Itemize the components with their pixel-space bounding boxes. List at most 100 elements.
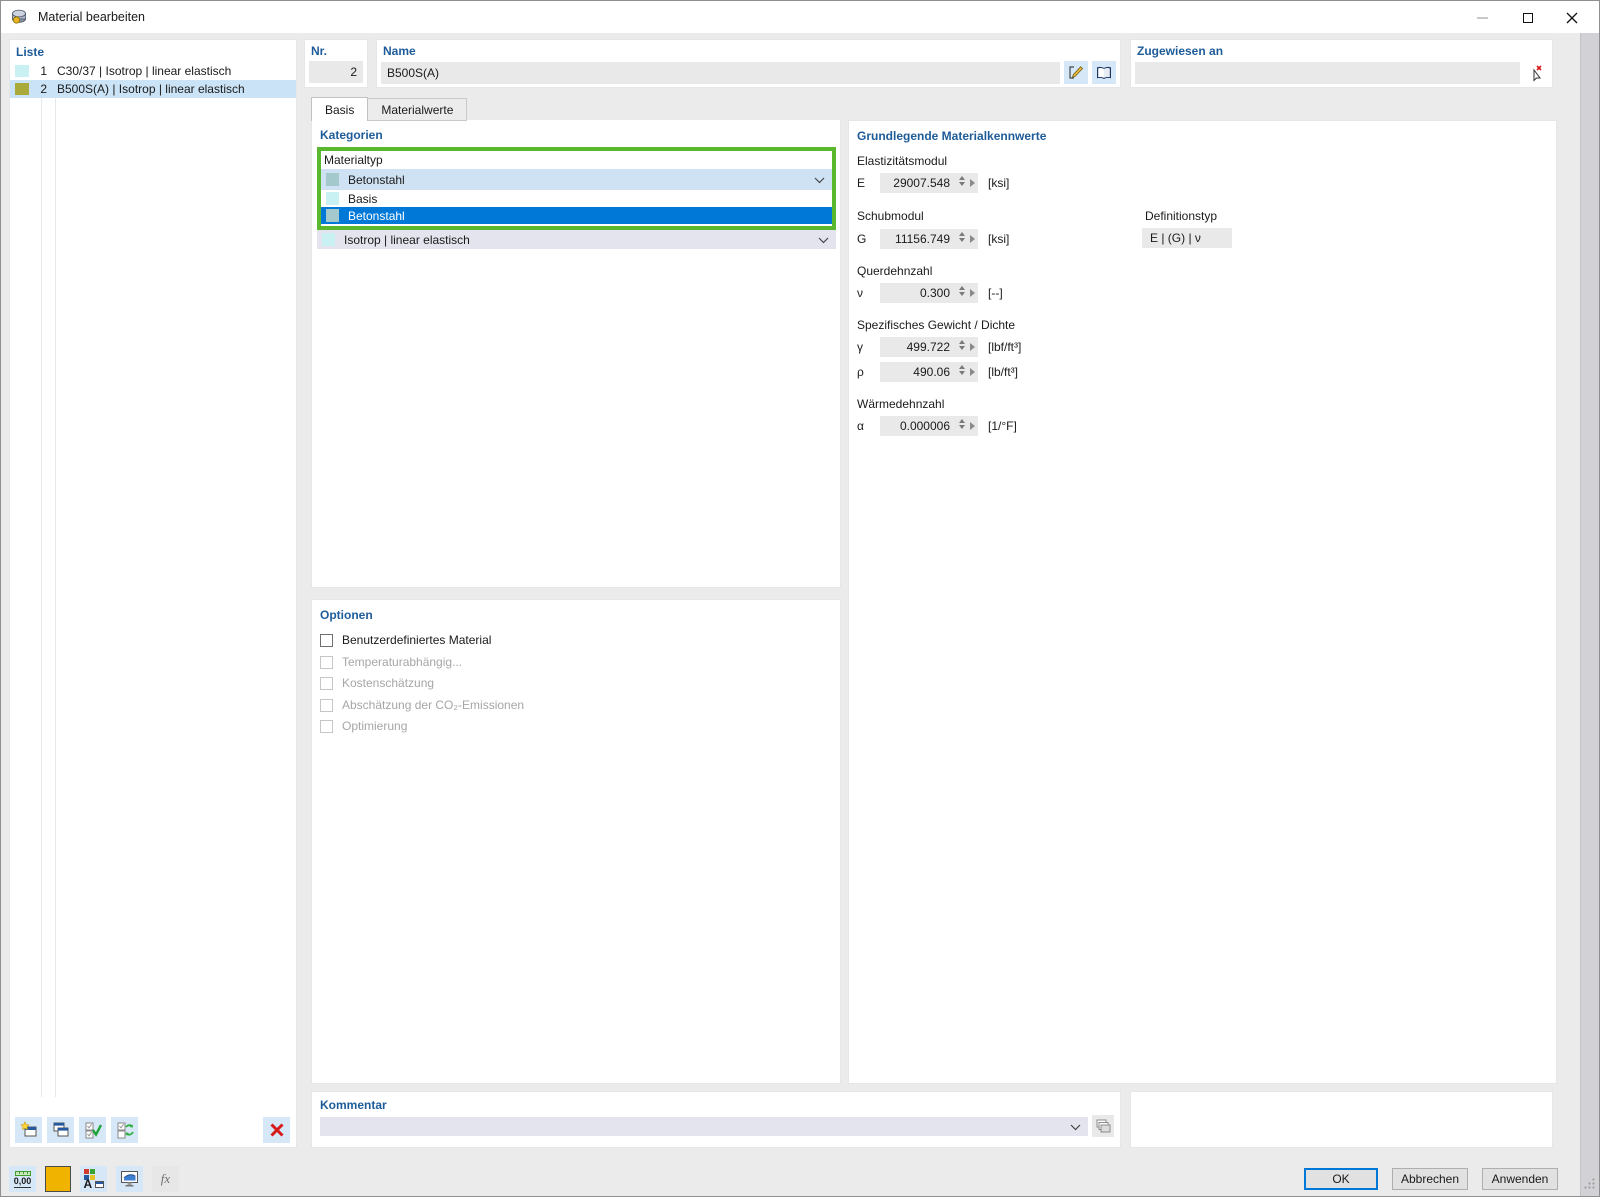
select-assigned-button[interactable]	[1524, 61, 1548, 84]
minimize-button[interactable]	[1467, 9, 1497, 27]
rename-material-button[interactable]	[1064, 61, 1088, 84]
option-color-swatch	[326, 209, 339, 222]
expand-arrow-icon[interactable]	[970, 343, 975, 351]
definitionstyp-field[interactable]: E | (G) | ν	[1142, 228, 1232, 248]
e-symbol: E	[857, 176, 866, 190]
spinner-icon[interactable]	[959, 340, 965, 350]
name-field[interactable]: B500S(A)	[381, 61, 1060, 84]
formula-button[interactable]: fx	[152, 1166, 179, 1192]
material-color-button[interactable]	[45, 1166, 71, 1192]
dialog-toolbar: 0,00 A fx	[9, 1166, 179, 1192]
screen-view-button[interactable]	[116, 1166, 143, 1192]
dropdown-option-betonstahl[interactable]: Betonstahl	[321, 207, 832, 224]
rho-value: 490.06	[913, 365, 950, 379]
close-button[interactable]	[1557, 9, 1587, 27]
spinner-icon[interactable]	[959, 419, 965, 429]
apply-button[interactable]: Anwenden	[1482, 1168, 1558, 1190]
material-edit-dialog: Material bearbeiten Liste 1 C30/37 | Iso…	[0, 0, 1600, 1197]
rho-row: ρ 490.06 [lb/ft³]	[857, 362, 1018, 382]
g-row: G 11156.749 [ksi]	[857, 229, 1009, 249]
preview-panel	[1130, 1091, 1553, 1148]
checkbox-label: Abschätzung der CO₂-Emissionen	[342, 698, 525, 712]
nr-field[interactable]: 2	[309, 61, 363, 83]
material-model-combobox[interactable]: Isotrop | linear elastisch	[317, 230, 836, 249]
layers-icon	[1096, 1119, 1111, 1133]
checkbox-label: Benutzerdefiniertes Material	[342, 633, 492, 647]
tab-materialwerte[interactable]: Materialwerte	[368, 98, 468, 121]
new-window-icon	[19, 1121, 36, 1137]
checkbox-label: Temperaturabhängig...	[342, 655, 463, 669]
list-item-material-1[interactable]: 1 C30/37 | Isotrop | linear elastisch	[10, 62, 296, 80]
checkbox-icon	[320, 698, 333, 712]
kommentar-copy-button[interactable]	[1092, 1115, 1114, 1137]
delete-material-button[interactable]	[263, 1117, 290, 1143]
nu-input[interactable]: 0.300	[880, 283, 978, 303]
dropdown-option-basis[interactable]: Basis	[321, 190, 832, 207]
cancel-button[interactable]: Abbrechen	[1392, 1168, 1468, 1190]
e-input[interactable]: 29007.548	[880, 173, 978, 193]
list-title: Liste	[16, 45, 45, 59]
new-material-button[interactable]	[15, 1117, 42, 1143]
nu-unit: [--]	[988, 286, 1003, 300]
display-properties-button[interactable]: A	[80, 1166, 107, 1192]
materialtyp-combobox[interactable]: Betonstahl	[321, 169, 832, 190]
rho-input[interactable]: 490.06	[880, 362, 978, 382]
material-library-button[interactable]	[1092, 61, 1116, 84]
spinner-icon[interactable]	[959, 176, 965, 186]
spinner-icon[interactable]	[959, 365, 965, 375]
tab-basis[interactable]: Basis	[311, 97, 369, 121]
copy-material-button[interactable]	[47, 1117, 74, 1143]
g-input[interactable]: 11156.749	[880, 229, 978, 249]
maximize-button[interactable]	[1513, 9, 1543, 27]
checkbox-icon	[320, 719, 333, 733]
assigned-field[interactable]	[1135, 61, 1520, 84]
kommentar-title: Kommentar	[320, 1098, 387, 1112]
spinner-icon[interactable]	[959, 286, 965, 296]
invert-selection-button[interactable]	[111, 1117, 138, 1143]
material-color-swatch	[15, 65, 29, 77]
schubmodul-label: Schubmodul	[857, 209, 924, 223]
list-toolbar	[15, 1117, 138, 1143]
units-settings-button[interactable]: 0,00	[9, 1166, 36, 1192]
gamma-input[interactable]: 499.722	[880, 337, 978, 357]
nu-symbol: ν	[857, 286, 863, 300]
window-frame-strip	[1580, 33, 1599, 1196]
e-unit: [ksi]	[988, 176, 1010, 190]
assigned-card: Zugewiesen an	[1130, 39, 1553, 88]
expand-arrow-icon[interactable]	[970, 179, 975, 187]
font-icon-letter: A	[83, 1177, 93, 1191]
checkbox-benutzerdefiniertes-material[interactable]: Benutzerdefiniertes Material	[320, 631, 491, 649]
select-all-button[interactable]	[79, 1117, 106, 1143]
g-symbol: G	[857, 232, 867, 246]
nr-label: Nr.	[311, 44, 328, 58]
waermedehnzahl-label: Wärmedehnzahl	[857, 397, 945, 411]
gamma-symbol: γ	[857, 340, 863, 354]
option-label: Basis	[348, 191, 378, 206]
expand-arrow-icon[interactable]	[970, 235, 975, 243]
checkbox-label: Optimierung	[342, 719, 408, 733]
material-label: B500S(A) | Isotrop | linear elastisch	[57, 82, 245, 96]
kennwerte-panel: Grundlegende Materialkennwerte Elastizit…	[848, 120, 1557, 1084]
expand-arrow-icon[interactable]	[970, 422, 975, 430]
units-icon-label: 0,00	[13, 1175, 32, 1188]
resize-grip[interactable]	[1583, 1177, 1596, 1193]
checkbox-co2-emissionen: Abschätzung der CO₂-Emissionen	[320, 696, 524, 714]
materialtyp-highlight-box: Materialtyp Betonstahl Basis Betonstahl	[317, 147, 836, 230]
kategorien-title: Kategorien	[320, 128, 383, 142]
expand-arrow-icon[interactable]	[970, 289, 975, 297]
ok-button[interactable]: OK	[1304, 1168, 1378, 1190]
e-value: 29007.548	[893, 176, 950, 190]
kommentar-combobox[interactable]	[320, 1117, 1088, 1136]
list-item-material-2[interactable]: 2 B500S(A) | Isotrop | linear elastisch	[10, 80, 296, 98]
gewicht-label: Spezifisches Gewicht / Dichte	[857, 318, 1016, 332]
expand-arrow-icon[interactable]	[970, 368, 975, 376]
alpha-input[interactable]: 0.000006	[880, 416, 978, 436]
alpha-unit: [1/°F]	[988, 419, 1017, 433]
kategorien-panel: Kategorien Materialtyp Betonstahl Basis …	[311, 120, 841, 588]
spinner-icon[interactable]	[959, 232, 965, 242]
alpha-symbol: α	[857, 419, 864, 433]
rho-unit: [lb/ft³]	[988, 365, 1019, 379]
list-column-divider	[41, 96, 42, 1097]
material-list-panel: Liste 1 C30/37 | Isotrop | linear elasti…	[9, 39, 297, 1148]
units-icon: 0,00	[13, 1170, 32, 1188]
